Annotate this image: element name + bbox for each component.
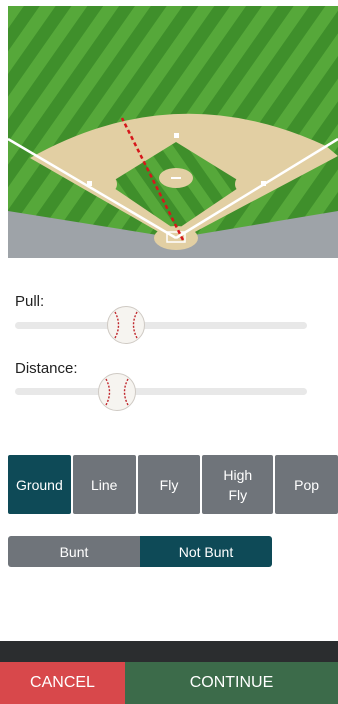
- pull-label: Pull:: [15, 293, 45, 310]
- continue-button[interactable]: CONTINUE: [125, 662, 338, 704]
- footer-divider: [0, 641, 338, 662]
- distance-label: Distance:: [15, 360, 78, 377]
- hit-type-high-fly-button[interactable]: High Fly: [202, 455, 274, 514]
- bunt-toggle: Bunt Not Bunt: [8, 536, 272, 567]
- hit-type-ground-button[interactable]: Ground: [8, 455, 71, 514]
- pull-slider-track[interactable]: [15, 322, 307, 329]
- hit-type-pop-button[interactable]: Pop: [275, 455, 338, 514]
- distance-slider-track[interactable]: [15, 388, 307, 395]
- distance-slider-thumb[interactable]: [97, 372, 137, 412]
- pull-slider-thumb[interactable]: [106, 305, 146, 345]
- hit-type-fly-button[interactable]: Fly: [137, 455, 201, 514]
- cancel-button[interactable]: CANCEL: [0, 662, 125, 704]
- baseball-icon: [98, 373, 137, 411]
- not-bunt-button[interactable]: Not Bunt: [140, 536, 272, 567]
- bunt-button[interactable]: Bunt: [8, 536, 140, 567]
- baseball-field[interactable]: [8, 6, 338, 258]
- hit-type-selector: Ground Line Fly High Fly Pop: [8, 455, 338, 514]
- hit-type-high-fly-label: High Fly: [223, 466, 253, 503]
- baseball-icon: [106, 306, 145, 344]
- hit-type-line-button[interactable]: Line: [72, 455, 136, 514]
